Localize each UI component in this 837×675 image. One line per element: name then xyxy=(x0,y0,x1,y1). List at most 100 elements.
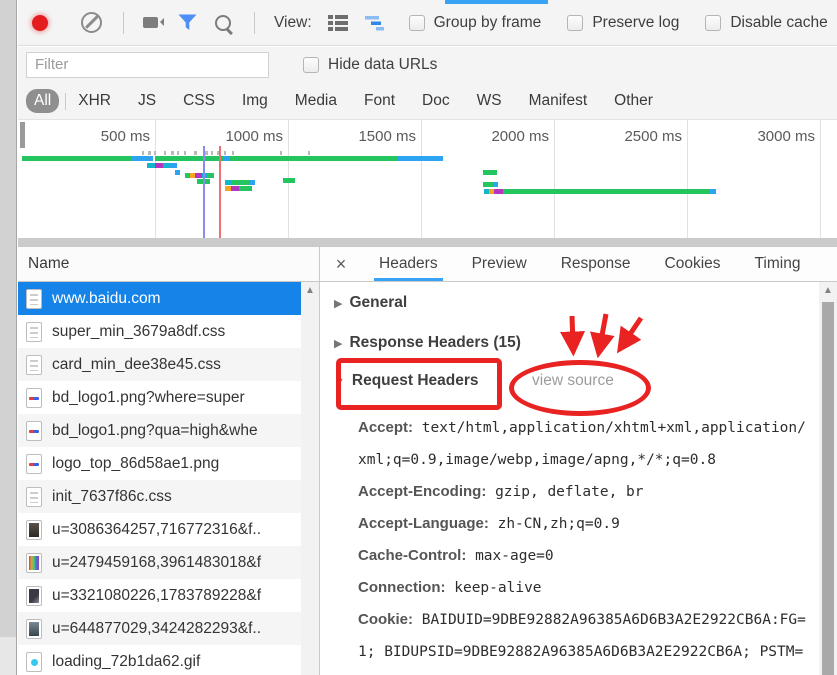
details-tab[interactable]: Response xyxy=(544,247,648,281)
file-type-icon xyxy=(26,355,42,375)
request-row[interactable]: init_7637f86c.css xyxy=(18,480,301,513)
header-entry: Accept-Language: zh-CN,zh;q=0.9 xyxy=(358,508,807,540)
scroll-up-arrow-icon[interactable]: ▲ xyxy=(301,282,319,300)
section-label: General xyxy=(349,294,407,311)
checkbox-icon[interactable] xyxy=(705,15,721,31)
request-row[interactable]: www.baidu.com xyxy=(18,282,301,315)
checkbox-icon[interactable] xyxy=(409,15,425,31)
disclosure-triangle-icon[interactable]: ▼ xyxy=(334,376,345,388)
header-value: text/html,application/xhtml+xml,applicat… xyxy=(358,420,806,468)
request-row[interactable]: loading_72b1da62.gif xyxy=(18,645,301,675)
filter-funnel-icon[interactable] xyxy=(177,13,198,32)
request-row[interactable]: logo_top_86d58ae1.png xyxy=(18,447,301,480)
type-filter-pill[interactable]: Font xyxy=(356,89,403,113)
toolbar-checkbox-group: Group by frame Preserve log Disable cache xyxy=(409,14,828,32)
header-key: Accept: xyxy=(358,419,413,436)
request-row[interactable]: u=2479459168,3961483018&f xyxy=(18,546,301,579)
close-icon[interactable]: × xyxy=(320,247,362,281)
scroll-up-arrow-icon[interactable]: ▲ xyxy=(819,282,837,300)
toolbar-checkbox-item[interactable]: Disable cache xyxy=(705,14,827,32)
request-row[interactable]: u=3086364257,716772316&f.. xyxy=(18,513,301,546)
waterfall-bar xyxy=(483,182,493,187)
record-button[interactable] xyxy=(32,15,48,31)
header-section-title[interactable]: ▶Response Headers (15) xyxy=(334,334,521,352)
clear-icon[interactable] xyxy=(81,12,102,33)
section-label: Request Headers xyxy=(352,372,479,389)
request-row[interactable]: bd_logo1.png?where=super xyxy=(18,381,301,414)
screenshot-capture-icon[interactable] xyxy=(143,17,158,28)
details-tab[interactable]: Preview xyxy=(455,247,544,281)
details-scrollbar[interactable]: ▲ xyxy=(819,282,837,675)
details-tabs: × HeadersPreviewResponseCookiesTiming xyxy=(320,247,837,282)
header-value: keep-alive xyxy=(454,580,541,596)
timeline-minor-tick xyxy=(280,151,282,155)
timeline-overview[interactable]: 500 ms1000 ms1500 ms2000 ms2500 ms3000 m… xyxy=(18,120,837,246)
timeline-minor-tick xyxy=(232,151,234,155)
waterfall-bar xyxy=(155,156,223,161)
details-tab[interactable]: Headers xyxy=(362,247,455,281)
waterfall-bar xyxy=(239,186,252,191)
details-tab[interactable]: Timing xyxy=(738,247,818,281)
annotation-red-arrows xyxy=(556,312,652,358)
request-row[interactable]: card_min_dee38e45.css xyxy=(18,348,301,381)
request-row[interactable]: super_min_3679a8df.css xyxy=(18,315,301,348)
timeline-scroll-rod[interactable] xyxy=(20,122,25,148)
type-filter-pill[interactable]: WS xyxy=(469,89,510,113)
request-list-scrollbar[interactable]: ▲ xyxy=(301,282,319,675)
waterfall-bar xyxy=(229,156,397,161)
request-name: u=3086364257,716772316&f.. xyxy=(52,521,261,539)
name-column-header[interactable]: Name xyxy=(18,247,319,282)
request-name: www.baidu.com xyxy=(52,290,161,308)
waterfall-bar xyxy=(155,163,163,168)
details-tab-list: HeadersPreviewResponseCookiesTiming xyxy=(362,247,817,281)
filter-input[interactable] xyxy=(26,52,269,78)
type-filter-pill[interactable]: Manifest xyxy=(521,89,596,113)
checkbox-icon[interactable] xyxy=(303,57,319,73)
header-key: Cache-Control: xyxy=(358,547,466,564)
view-waterfall-icon[interactable] xyxy=(364,14,386,32)
view-source-link[interactable]: view source xyxy=(532,372,614,390)
toolbar-divider xyxy=(254,12,255,34)
request-name: bd_logo1.png?where=super xyxy=(52,389,245,407)
timeline-gridline: 3000 ms xyxy=(820,120,821,238)
request-row[interactable]: u=644877029,3424282293&f.. xyxy=(18,612,301,645)
timeline-minor-tick xyxy=(184,151,186,155)
file-type-icon xyxy=(26,322,42,342)
type-filter-pill[interactable]: JS xyxy=(130,89,164,113)
type-filter-pill[interactable]: Img xyxy=(234,89,276,113)
hide-data-urls[interactable]: Hide data URLs xyxy=(303,56,437,74)
type-filter-pill[interactable]: CSS xyxy=(175,89,223,113)
file-type-icon xyxy=(26,289,42,309)
type-filter-pill[interactable]: Other xyxy=(606,89,661,113)
details-scrollbar-thumb[interactable] xyxy=(822,302,834,675)
timeline-gridline: 2500 ms xyxy=(687,120,688,238)
request-row[interactable]: u=3321080226,1783789228&f xyxy=(18,579,301,612)
view-list-icon[interactable] xyxy=(327,14,349,32)
disclosure-triangle-icon[interactable]: ▶ xyxy=(334,298,342,310)
type-filter-pill[interactable]: All xyxy=(26,89,59,113)
search-icon[interactable] xyxy=(215,15,231,31)
file-type-icon xyxy=(26,619,42,639)
details-tab[interactable]: Cookies xyxy=(648,247,738,281)
type-filter-pill[interactable]: XHR xyxy=(70,89,119,113)
timeline-minor-tick xyxy=(164,151,166,155)
type-filter-pill[interactable]: Media xyxy=(287,89,345,113)
header-key: Connection: xyxy=(358,579,446,596)
timeline-minor-tick xyxy=(211,151,213,155)
header-section-title[interactable]: ▶ General xyxy=(334,294,407,312)
waterfall-bar xyxy=(397,156,443,161)
checkbox-icon[interactable] xyxy=(567,15,583,31)
request-row[interactable]: bd_logo1.png?qua=high&whe xyxy=(18,414,301,447)
toolbar-checkbox-item[interactable]: Group by frame xyxy=(409,14,542,32)
toolbar-checkbox-item[interactable]: Preserve log xyxy=(567,14,679,32)
waterfall-bar xyxy=(207,173,214,178)
timeline-splitter[interactable] xyxy=(18,238,837,246)
request-name: loading_72b1da62.gif xyxy=(52,653,200,671)
timeline-minor-tick xyxy=(154,151,156,155)
header-section-title[interactable]: ▼ Request Headers xyxy=(334,372,479,390)
disclosure-triangle-icon[interactable]: ▶ xyxy=(334,338,342,350)
file-type-icon xyxy=(26,652,42,672)
window-left-strip-lower xyxy=(0,637,16,675)
type-filter-pill[interactable]: Doc xyxy=(414,89,458,113)
requests-panel: Name www.baidu.com super_min_3679a8df.cs… xyxy=(18,246,319,675)
